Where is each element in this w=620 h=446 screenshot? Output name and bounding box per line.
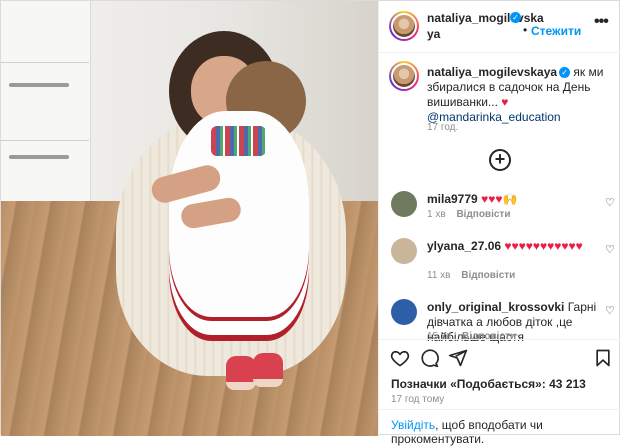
author-avatar-image: [391, 13, 417, 39]
comment-text: ylyana_27.06 ♥♥♥♥♥♥♥♥♥♥♥: [427, 239, 602, 254]
comment-like-icon[interactable]: ♡: [605, 196, 615, 209]
photo-handle: [9, 83, 69, 87]
caption-avatar[interactable]: [389, 61, 419, 91]
comment-username[interactable]: only_original_krossovki: [427, 300, 564, 314]
comment-meta: 15 хв Відповісти: [427, 331, 524, 339]
comment-username[interactable]: ylyana_27.06: [427, 239, 501, 253]
comment-avatar[interactable]: [391, 299, 417, 325]
caption-avatar-image: [391, 63, 417, 89]
comment-username[interactable]: mila9779: [427, 192, 478, 206]
photo-shoe: [226, 356, 256, 390]
follow-button[interactable]: Стежити: [531, 24, 581, 38]
post-frame: nataliya_mogilevska ✓ ya • Стежити ••• n…: [0, 0, 620, 446]
caption-username[interactable]: nataliya_mogilevskaya: [427, 65, 557, 79]
comment-like-icon[interactable]: ♡: [605, 304, 615, 317]
heart-emoji: ♥: [501, 95, 509, 109]
comment-text: mila9779 ♥♥♥🙌: [427, 192, 617, 207]
photo-shoe: [253, 353, 283, 387]
comment-like-icon[interactable]: ♡: [605, 243, 615, 256]
post-time: 17 год тому: [391, 394, 445, 405]
author-username-line2[interactable]: ya: [427, 27, 440, 41]
load-more-comments-icon[interactable]: +: [489, 149, 511, 171]
more-options-icon[interactable]: •••: [594, 13, 609, 31]
comment-reply-button[interactable]: Відповісти: [456, 209, 510, 220]
action-bar: [379, 339, 620, 371]
comment-avatar[interactable]: [391, 191, 417, 217]
bookmark-icon[interactable]: [593, 348, 613, 368]
photo-drawer: [1, 63, 89, 141]
verified-icon: ✓: [559, 67, 571, 79]
like-icon[interactable]: [390, 348, 410, 368]
photo-embroidery: [211, 126, 266, 156]
comment-meta: 11 хв Відповісти: [427, 270, 523, 281]
share-icon[interactable]: [448, 348, 468, 368]
separator-dot: •: [523, 23, 528, 37]
comment-body: ♥♥♥♥♥♥♥♥♥♥♥: [504, 239, 583, 253]
post-photo[interactable]: [1, 1, 378, 436]
comment-time: 15 хв: [427, 331, 452, 339]
photo-drawer: [1, 1, 89, 63]
login-link[interactable]: Увійдіть: [391, 418, 435, 432]
comment-meta: 1 хв Відповісти: [427, 209, 518, 220]
comment-icon[interactable]: [419, 348, 439, 368]
photo-handle: [9, 155, 69, 159]
post-caption: nataliya_mogilevskaya ✓ як ми збиралися в…: [427, 65, 617, 125]
comment-time: 11 хв: [427, 270, 451, 281]
caption-time: 17 год.: [427, 122, 459, 133]
login-prompt: Увійдіть, щоб вподобати чи прокоментуват…: [379, 409, 620, 446]
verified-icon: ✓: [510, 12, 521, 23]
comment-avatar[interactable]: [391, 238, 417, 264]
post-header: nataliya_mogilevska ✓ ya • Стежити •••: [379, 1, 620, 53]
comment-reply-button[interactable]: Відповісти: [461, 270, 515, 281]
comment-reply-button[interactable]: Відповісти: [462, 331, 516, 339]
likes-count[interactable]: Позначки «Подобається»: 43 213: [391, 377, 586, 391]
author-avatar[interactable]: [389, 11, 419, 41]
post-panel: nataliya_mogilevska ✓ ya • Стежити ••• n…: [378, 1, 620, 446]
comment-time: 1 хв: [427, 209, 446, 220]
comment-body: ♥♥♥🙌: [481, 192, 518, 206]
